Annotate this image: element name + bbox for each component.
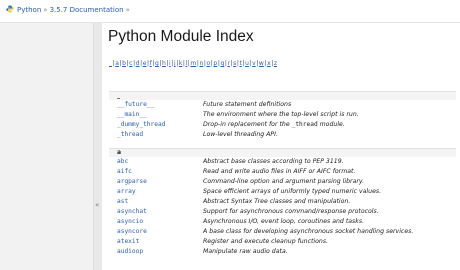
module-link[interactable]: __future__: [117, 101, 154, 108]
collapse-arrow-icon: «: [95, 201, 100, 209]
module-link[interactable]: _dummy_thread: [117, 121, 165, 128]
module-link[interactable]: audioop: [117, 248, 143, 255]
group-letter-header: a: [109, 148, 456, 157]
table-row: array Space efficient arrays of uniformly…: [109, 187, 456, 197]
letter-link-u[interactable]: u: [245, 60, 249, 67]
module-description: Drop-in replacement for the _thread modu…: [203, 121, 345, 128]
letter-link-s[interactable]: s: [233, 60, 236, 67]
module-description: Read and write audio files in AIFF or AI…: [203, 168, 356, 175]
letter-link-m[interactable]: m: [190, 60, 196, 67]
module-link[interactable]: array: [117, 188, 136, 195]
letter-link-underscore[interactable]: _: [109, 60, 112, 67]
module-link[interactable]: asyncio: [117, 218, 143, 225]
module-link[interactable]: atexit: [117, 238, 139, 245]
module-description: Asynchronous I/O, event loop, coroutines…: [203, 218, 365, 225]
table-row: abc Abstract base classes according to PE…: [109, 157, 456, 167]
table-row: ast Abstract Syntax Tree classes and mani…: [109, 197, 456, 207]
top-navigation-bar: Python» 3.5.7 Documentation»: [0, 0, 460, 23]
inline-code: _thread: [291, 121, 318, 128]
module-description: Command-line option and argument parsing…: [203, 178, 365, 185]
letter-link-b[interactable]: b: [122, 60, 126, 67]
breadcrumb-separator: »: [43, 6, 48, 14]
module-link[interactable]: __main__: [117, 111, 147, 118]
module-description: Low-level threading API.: [203, 131, 278, 138]
breadcrumb-python-link[interactable]: Python: [17, 6, 41, 14]
module-group: _ __future__ Future statement definitions _…: [109, 91, 456, 140]
table-row: _thread Low-level threading API.: [109, 130, 456, 140]
table-row: atexit Register and execute cleanup funct…: [109, 237, 456, 247]
letter-link-c[interactable]: c: [129, 60, 132, 67]
module-link[interactable]: argparse: [117, 178, 147, 185]
table-row: asynchat Support for asynchronous command…: [109, 207, 456, 217]
module-link[interactable]: _thread: [117, 131, 143, 138]
letter-link-a[interactable]: a: [115, 60, 119, 67]
breadcrumb-separator: »: [125, 6, 130, 14]
table-row: __main__ The environment where the top-le…: [109, 110, 456, 120]
letter-link-o[interactable]: o: [207, 60, 211, 67]
module-description: Manipulate raw audio data.: [203, 248, 288, 255]
letter-link-l[interactable]: l: [186, 60, 188, 67]
breadcrumb: Python» 3.5.7 Documentation»: [6, 5, 132, 14]
letter-link-z[interactable]: z: [274, 60, 277, 67]
table-row: asyncio Asynchronous I/O, event loop, cor…: [109, 217, 456, 227]
table-row: asyncore A base class for developing asyn…: [109, 227, 456, 237]
table-row: _dummy_thread Drop-in replacement for the…: [109, 120, 456, 130]
module-link[interactable]: ast: [117, 198, 128, 205]
table-row: __future__ Future statement definitions: [109, 100, 456, 110]
module-description: Space efficient arrays of uniformly type…: [203, 188, 382, 195]
letter-link-k[interactable]: k: [179, 60, 182, 67]
letter-link-e[interactable]: e: [143, 60, 147, 67]
module-link[interactable]: aifc: [117, 168, 132, 175]
module-link[interactable]: asynchat: [117, 208, 147, 215]
table-row: aifc Read and write audio files in AIFF o…: [109, 167, 456, 177]
main-content: Python Module Index _|a|b|c|d|e|f|g|h|i|…: [102, 23, 460, 270]
letter-link-p[interactable]: p: [213, 60, 217, 67]
letter-link-d[interactable]: d: [136, 60, 140, 67]
module-description: Future statement definitions: [203, 101, 292, 108]
module-description: Support for asynchronous command/respons…: [203, 208, 379, 215]
table-row: audioop Manipulate raw audio data.: [109, 247, 456, 257]
letter-index-bar: _|a|b|c|d|e|f|g|h|i|j|k|l|m|n|o|p|q|r|s|…: [109, 60, 277, 67]
table-row: argparse Command-line option and argument…: [109, 177, 456, 187]
module-description: Register and execute cleanup functions.: [203, 238, 329, 245]
module-description: Abstract base classes according to PEP 3…: [203, 158, 344, 165]
letter-link-n[interactable]: n: [200, 60, 204, 67]
group-letter-header: _: [109, 91, 456, 100]
module-link[interactable]: asyncore: [117, 228, 147, 235]
module-link[interactable]: abc: [117, 158, 128, 165]
module-description: The environment where the top-level scri…: [203, 111, 359, 118]
module-group: a abc Abstract base classes according to P…: [109, 148, 456, 257]
module-description: A base class for developing asynchronous…: [203, 228, 414, 235]
letter-link-r[interactable]: r: [227, 60, 229, 67]
module-description: Abstract Syntax Tree classes and manipul…: [203, 198, 351, 205]
python-logo-icon: [6, 5, 14, 13]
breadcrumb-documentation-link[interactable]: 3.5.7 Documentation: [50, 6, 124, 14]
page-title: Python Module Index: [108, 28, 254, 45]
sidebar: [0, 23, 93, 270]
letter-link-q[interactable]: q: [220, 60, 224, 67]
